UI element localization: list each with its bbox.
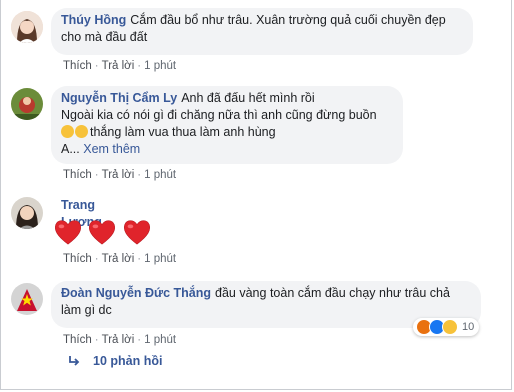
like-button[interactable]: Thích <box>63 253 92 265</box>
truncated-text: A... <box>61 142 80 156</box>
comment-text-line: thắng làm vua thua làm anh hùng <box>90 125 276 139</box>
avatar[interactable] <box>11 88 43 120</box>
comment-author[interactable]: Đoàn Nguyễn Đức Thắng <box>61 286 211 300</box>
avatar[interactable] <box>11 11 43 43</box>
haha-reaction-icon <box>442 319 458 335</box>
comment-text-line: Ngoài kia có nói gì đi chăng nữa thì anh… <box>61 108 377 122</box>
avatar[interactable] <box>11 197 43 229</box>
like-button[interactable]: Thích <box>63 334 92 346</box>
comment-bubble: Thúy Hồng Cắm đầu bổ như trâu. Xuân trườn… <box>51 8 473 55</box>
comment-author[interactable]: Thúy Hồng <box>61 13 126 27</box>
reaction-summary[interactable]: 10 <box>413 318 480 336</box>
comment-text-line: Anh đã đấu hết mình rồi <box>181 91 315 105</box>
comment-author[interactable]: Nguyễn Thị Cẩm Ly <box>61 91 177 105</box>
like-button[interactable]: Thích <box>63 60 92 72</box>
timestamp[interactable]: 1 phút <box>144 169 176 181</box>
comment-actions: Thích · Trả lời · 1 phút <box>63 60 177 72</box>
see-more-link[interactable]: Xem thêm <box>83 142 140 156</box>
grin-emoji-icon <box>75 125 88 138</box>
sticker-hearts <box>53 217 152 252</box>
reply-button[interactable]: Trả lời <box>102 169 135 181</box>
like-button[interactable]: Thích <box>63 169 92 181</box>
avatar[interactable] <box>11 283 43 315</box>
heart-icon <box>89 220 116 245</box>
reaction-count: 10 <box>462 321 475 333</box>
reply-button[interactable]: Trả lời <box>102 334 135 346</box>
replies-count-label[interactable]: 10 phản hồi <box>93 354 162 368</box>
timestamp[interactable]: 1 phút <box>144 334 176 346</box>
heart-icon <box>55 220 81 245</box>
comment-actions: Thích · Trả lời · 1 phút <box>63 334 177 346</box>
heart-icon <box>123 220 150 245</box>
comment-actions: Thích · Trả lời · 1 phút <box>63 253 177 265</box>
timestamp[interactable]: 1 phút <box>144 60 176 72</box>
comment-actions: Thích · Trả lời · 1 phút <box>63 169 177 181</box>
comment-bubble: Trang Lương <box>51 194 137 229</box>
reply-arrow-icon <box>69 356 80 366</box>
comment-bubble: Nguyễn Thị Cẩm Ly Anh đã đấu hết mình rồi… <box>51 86 403 164</box>
reply-button[interactable]: Trả lời <box>102 60 135 72</box>
comment-section: Thúy Hồng Cắm đầu bổ như trâu. Xuân trườn… <box>0 0 512 390</box>
grin-emoji-icon <box>61 125 74 138</box>
reply-button[interactable]: Trả lời <box>102 253 135 265</box>
timestamp[interactable]: 1 phút <box>144 253 176 265</box>
view-replies-link[interactable]: 10 phản hồi <box>67 354 162 368</box>
